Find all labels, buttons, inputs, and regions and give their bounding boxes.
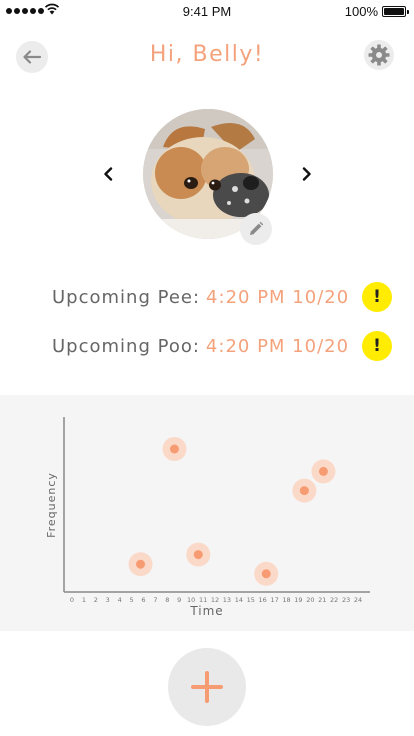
y-axis-label: Frequency: [45, 472, 58, 538]
x-tick-label: 13: [223, 596, 231, 604]
upcoming-poo-time: 4:20 PM 10/20: [205, 335, 350, 357]
x-tick-label: 2: [94, 596, 98, 604]
x-tick-label: 7: [153, 596, 157, 604]
data-point[interactable]: [169, 444, 179, 454]
upcoming-poo-row: Upcoming Poo:4:20 PM 10/20: [52, 335, 350, 357]
frequency-chart: 0 1 2 3 4 5 6 7 8 9 10 11 12 13 14 15 16 17 18 19 20 21 22 23 24…: [0, 395, 414, 631]
x-tick-label: 14: [235, 596, 243, 604]
battery-icon: [382, 6, 409, 17]
data-point[interactable]: [318, 466, 328, 476]
status-bar: 9:41 PM 100%: [0, 0, 414, 22]
scatter-plot: 0 1 2 3 4 5 6 7 8 9 10 11 12 13 14 15 16 17 18 19 20 21 22 23 24…: [45, 417, 370, 618]
data-point[interactable]: [299, 486, 309, 496]
alert-icon: !: [373, 287, 381, 307]
x-tick-label: 19: [294, 596, 302, 604]
settings-button[interactable]: [364, 40, 394, 70]
x-tick-label: 6: [141, 596, 145, 604]
data-point[interactable]: [193, 550, 203, 560]
x-tick-label: 4: [118, 596, 122, 604]
data-point[interactable]: [136, 559, 146, 569]
data-point[interactable]: [261, 569, 271, 579]
x-tick-label: 20: [306, 596, 314, 604]
x-tick-label: 0: [70, 596, 74, 604]
next-pet-button[interactable]: [297, 163, 317, 185]
plus-icon: [191, 671, 223, 703]
x-tick-label: 17: [270, 596, 278, 604]
x-axis-label: Time: [189, 604, 223, 618]
x-tick-label: 21: [318, 596, 326, 604]
add-event-button[interactable]: [168, 648, 246, 726]
previous-pet-button[interactable]: [98, 163, 118, 185]
x-tick-label: 16: [259, 596, 267, 604]
x-tick-label: 10: [187, 596, 195, 604]
x-tick-label: 22: [330, 596, 338, 604]
chevron-left-icon: [104, 167, 113, 181]
x-tick-label: 8: [165, 596, 169, 604]
pee-alert-button[interactable]: !: [362, 282, 392, 312]
x-tick-label: 5: [130, 596, 134, 604]
x-tick-label: 15: [247, 596, 255, 604]
edit-photo-button[interactable]: [240, 213, 272, 245]
upcoming-pee-time: 4:20 PM 10/20: [206, 286, 350, 308]
alert-icon: !: [373, 336, 381, 356]
battery-percentage: 100%: [344, 4, 378, 19]
x-tick-label: 9: [177, 596, 181, 604]
pencil-icon: [250, 221, 264, 235]
upcoming-pee-label: Upcoming Pee: [52, 286, 193, 308]
x-tick-label: 23: [342, 596, 350, 604]
x-tick-label: 11: [199, 596, 207, 604]
page-title: Hi, Belly!: [149, 42, 265, 67]
upcoming-pee-row: Upcoming Pee:4:20 PM 10/20: [52, 286, 350, 308]
x-tick-label: 18: [282, 596, 290, 604]
x-tick-label: 1: [82, 596, 86, 604]
poo-alert-button[interactable]: !: [362, 331, 392, 361]
chevron-right-icon: [302, 167, 311, 181]
x-tick-label: 3: [106, 596, 110, 604]
x-tick-label: 24: [354, 596, 362, 604]
x-tick-label: 12: [211, 596, 219, 604]
gear-icon: [368, 44, 390, 66]
upcoming-poo-label: Upcoming Poo: [52, 335, 193, 357]
